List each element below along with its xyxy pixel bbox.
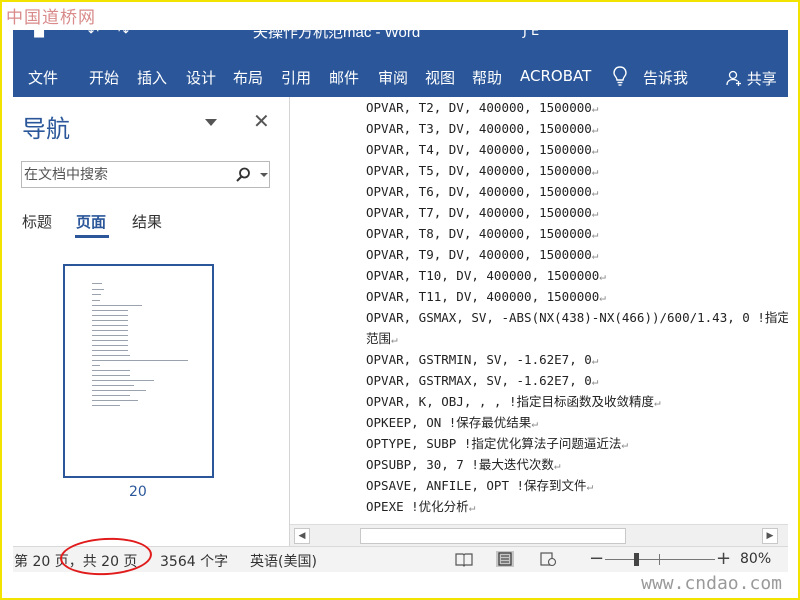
scrollbar-thumb[interactable]	[360, 528, 626, 544]
tab-mailings[interactable]: 邮件	[329, 67, 359, 88]
nav-pane-title: 导航	[22, 115, 70, 143]
doc-line: OPVAR, T3, DV, 400000, 1500000↵	[366, 121, 599, 136]
navigation-pane: 导航 ✕ 标题 页面 结果	[13, 97, 290, 546]
ribbon-tabs: 文件 开始 插入 设计 布局 引用 邮件 审阅 视图 帮助 ACROBAT 告诉…	[13, 50, 788, 97]
share-button[interactable]: 共享	[726, 68, 777, 89]
redo-icon[interactable]: ↷	[118, 30, 132, 40]
undo-icon[interactable]: ↶	[88, 30, 102, 40]
doc-line: OPVAR, GSTRMAX, SV, -1.62E7, 0↵	[366, 373, 599, 388]
nav-search-box	[21, 161, 270, 188]
doc-line: OPVAR, T6, DV, 400000, 1500000↵	[366, 184, 599, 199]
language-indicator[interactable]: 英语(美国)	[250, 551, 317, 571]
lightbulb-icon[interactable]	[613, 66, 627, 86]
tab-pages[interactable]: 页面	[76, 211, 106, 232]
user-name[interactable]: J E	[523, 30, 539, 39]
doc-line: OPVAR, T8, DV, 400000, 1500000↵	[366, 226, 599, 241]
doc-line: OPEXE !优化分析↵	[366, 499, 476, 514]
doc-line: OPVAR, T5, DV, 400000, 1500000↵	[366, 163, 599, 178]
chevron-down-icon[interactable]	[205, 119, 217, 126]
zoom-slider-handle[interactable]	[634, 553, 639, 566]
watermark-top: 中国道桥网	[6, 8, 96, 28]
tab-layout[interactable]: 布局	[233, 67, 263, 88]
search-input[interactable]	[22, 162, 222, 187]
watermark-bottom: www.cndao.com	[641, 573, 782, 594]
search-options-dropdown[interactable]	[260, 173, 268, 177]
tab-acrobat[interactable]: ACROBAT	[520, 67, 591, 85]
scroll-left-icon[interactable]: ◀	[294, 528, 310, 544]
save-icon[interactable]: ■	[33, 30, 47, 40]
print-layout-icon[interactable]	[496, 551, 514, 567]
doc-line: OPVAR, T2, DV, 400000, 1500000↵	[366, 100, 599, 115]
horizontal-scrollbar[interactable]: ◀ ▶	[290, 524, 788, 546]
scroll-right-icon[interactable]: ▶	[762, 528, 778, 544]
tab-insert[interactable]: 插入	[137, 67, 167, 88]
doc-line: OPSAVE, ANFILE, OPT !保存到文件↵	[366, 478, 594, 493]
title-bar: ■ ↶ ↷ 矢操作方机范mac - Word J E	[13, 30, 788, 50]
share-label: 共享	[746, 70, 777, 88]
document-area[interactable]: OPVAR, T2, DV, 400000, 1500000↵ OPVAR, T…	[290, 97, 788, 546]
tab-home[interactable]: 开始	[89, 67, 119, 88]
search-icon[interactable]	[234, 166, 252, 184]
document-text: OPVAR, T2, DV, 400000, 1500000↵ OPVAR, T…	[366, 97, 788, 517]
page-thumbnail[interactable]	[63, 264, 214, 478]
zoom-in-button[interactable]: +	[716, 548, 731, 569]
tab-help[interactable]: 帮助	[472, 67, 502, 88]
window-title: 矢操作方机范mac - Word	[253, 30, 421, 41]
doc-line: OPVAR, T4, DV, 400000, 1500000↵	[366, 142, 599, 157]
zoom-slider[interactable]	[605, 559, 715, 560]
zoom-level[interactable]: 80%	[740, 551, 771, 567]
doc-line: OPSUBP, 30, 7 !最大迭代次数↵	[366, 457, 561, 472]
tab-view[interactable]: 视图	[425, 67, 455, 88]
tab-review[interactable]: 审阅	[378, 67, 408, 88]
person-icon	[726, 70, 741, 86]
doc-line: OPVAR, T10, DV, 400000, 1500000↵	[366, 268, 606, 283]
word-count[interactable]: 3564 个字	[160, 551, 228, 571]
close-icon[interactable]: ✕	[253, 111, 270, 131]
tell-me-search[interactable]: 告诉我	[643, 67, 688, 88]
doc-line: OPVAR, GSMAX, SV, -ABS(NX(438)-NX(466))/…	[366, 310, 788, 325]
doc-line: OPVAR, T11, DV, 400000, 1500000↵	[366, 289, 606, 304]
active-tab-underline	[75, 235, 109, 238]
tab-results[interactable]: 结果	[132, 211, 162, 232]
doc-line: OPTYPE, SUBP !指定优化算法子问题逼近法↵	[366, 436, 628, 451]
doc-line: OPVAR, K, OBJ, , , !指定目标函数及收敛精度↵	[366, 394, 661, 409]
read-mode-icon[interactable]	[455, 551, 473, 567]
tab-file[interactable]: 文件	[28, 67, 58, 88]
tab-design[interactable]: 设计	[186, 67, 216, 88]
doc-line: OPVAR, T7, DV, 400000, 1500000↵	[366, 205, 599, 220]
zoom-slider-center-mark	[659, 554, 660, 565]
doc-line: OPVAR, T9, DV, 400000, 1500000↵	[366, 247, 599, 262]
zoom-out-button[interactable]: −	[589, 548, 604, 569]
thumbnail-page-number: 20	[129, 484, 147, 500]
doc-line: OPKEEP, ON !保存最优结果↵	[366, 415, 538, 430]
tab-headings[interactable]: 标题	[22, 211, 52, 232]
doc-line: 范围↵	[366, 331, 398, 346]
tab-references[interactable]: 引用	[281, 67, 311, 88]
doc-line: OPVAR, GSTRMIN, SV, -1.62E7, 0↵	[366, 352, 599, 367]
web-layout-icon[interactable]	[539, 551, 557, 567]
